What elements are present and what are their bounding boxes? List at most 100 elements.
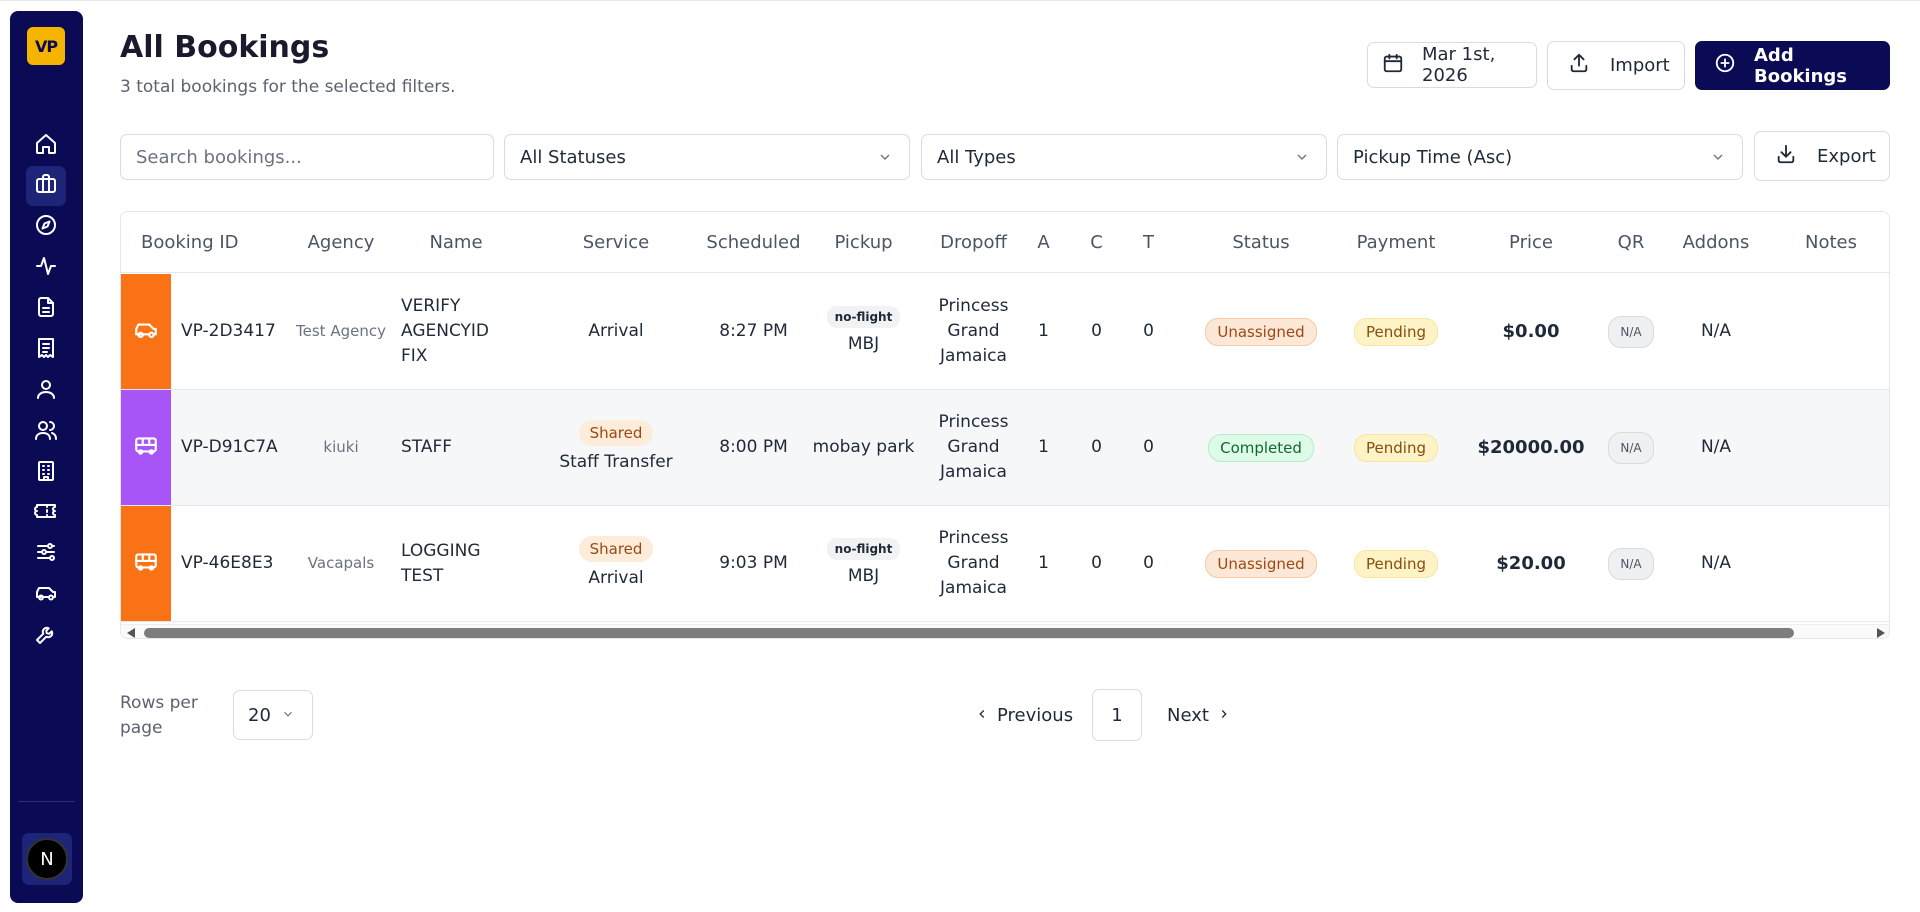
cell-payment: Pending <box>1336 390 1456 505</box>
column-header[interactable]: QR <box>1601 232 1661 253</box>
scrollbar-thumb[interactable] <box>144 628 1794 638</box>
sidebar-item-ticket[interactable] <box>26 493 66 533</box>
user-menu[interactable]: N <box>22 833 72 885</box>
sidebar-item-building[interactable] <box>26 453 66 493</box>
rows-per-page-select[interactable]: 20 <box>233 690 313 740</box>
table-row[interactable]: VP-46E8E3 Vacapals LOGGING TEST Shared Arriv… <box>121 506 1889 622</box>
cell-dropoff: Princess Grand Jamaica <box>921 274 1026 389</box>
sidebar-item-car[interactable] <box>26 575 66 615</box>
cell-name: VERIFY AGENCYID FIX <box>401 274 511 389</box>
page-number-button[interactable]: 1 <box>1092 689 1142 741</box>
chevron-down-icon <box>877 149 893 165</box>
sidebar-item-sliders[interactable] <box>26 534 66 574</box>
cell-dropoff: Princess Grand Jamaica <box>921 506 1026 621</box>
sidebar-item-file[interactable] <box>26 289 66 329</box>
column-header[interactable]: Booking ID <box>141 232 286 253</box>
car-icon <box>34 581 58 609</box>
search-placeholder: Search bookings... <box>136 146 302 168</box>
column-header[interactable]: T <box>1131 232 1166 253</box>
column-header[interactable]: Addons <box>1666 232 1766 253</box>
date-picker-button[interactable]: Mar 1st, 2026 <box>1367 42 1537 88</box>
flight-badge: no-flight <box>826 306 901 328</box>
adults-count: 1 <box>1038 553 1049 573</box>
pickup-location: MBJ <box>847 334 880 354</box>
cell-price: $20000.00 <box>1466 390 1596 505</box>
toddlers-count: 0 <box>1143 553 1154 573</box>
scheduled-time: 8:27 PM <box>719 321 788 341</box>
booking-id[interactable]: VP-46E8E3 <box>141 551 273 576</box>
cell-scheduled: 8:00 PM <box>696 390 811 505</box>
sidebar-item-briefcase[interactable] <box>26 166 66 206</box>
column-header[interactable]: Notes <box>1776 232 1886 253</box>
column-header[interactable]: Pickup <box>811 232 916 253</box>
top-border <box>0 0 1920 1</box>
addons-value: N/A <box>1700 437 1732 457</box>
column-header[interactable]: Status <box>1196 232 1326 253</box>
cell-service: Shared Arrival <box>531 506 701 621</box>
column-header[interactable]: Name <box>401 232 511 253</box>
sidebar-item-wrench[interactable] <box>26 616 66 656</box>
chevron-down-icon <box>1710 149 1726 165</box>
wrench-icon <box>34 622 58 650</box>
next-label: Next <box>1167 704 1209 726</box>
type-filter-select[interactable]: All Types <box>921 134 1327 180</box>
sidebar-item-home[interactable] <box>26 126 66 166</box>
passenger-name: VERIFY AGENCYID FIX <box>401 296 490 366</box>
previous-page-button[interactable]: Previous <box>975 689 1073 741</box>
qr-badge: N/A <box>1608 315 1654 348</box>
sidebar-item-activity[interactable] <box>26 248 66 288</box>
export-button[interactable]: Export <box>1754 131 1890 181</box>
sidebar-item-receipt[interactable] <box>26 330 66 370</box>
cell-toddlers: 0 <box>1131 274 1166 389</box>
agency-name: Test Agency <box>296 322 386 340</box>
column-header[interactable]: Price <box>1466 232 1596 253</box>
sidebar-item-users[interactable] <box>26 412 66 452</box>
avatar[interactable]: N <box>26 838 68 880</box>
cell-pickup: no-flight MBJ <box>811 274 916 389</box>
search-input[interactable]: Search bookings... <box>120 134 494 180</box>
column-header[interactable]: Payment <box>1336 232 1456 253</box>
cell-adults: 1 <box>1026 506 1061 621</box>
cell-adults: 1 <box>1026 274 1061 389</box>
sort-select[interactable]: Pickup Time (Asc) <box>1337 134 1743 180</box>
sidebar-item-user[interactable] <box>26 371 66 411</box>
dropoff-location: Princess Grand Jamaica <box>938 528 1009 598</box>
column-header[interactable]: Dropoff <box>921 232 1026 253</box>
column-header[interactable]: Agency <box>291 232 391 253</box>
file-icon <box>34 295 58 323</box>
cell-children: 0 <box>1079 390 1114 505</box>
rows-per-page-label: Rows per page <box>120 693 198 738</box>
add-bookings-button[interactable]: Add Bookings <box>1695 41 1890 90</box>
type-filter-value: All Types <box>937 146 1016 168</box>
app-logo[interactable]: VP <box>27 27 65 65</box>
receipt-icon <box>34 336 58 364</box>
scroll-left-arrow[interactable] <box>127 628 135 638</box>
agency-name: Vacapals <box>307 554 375 572</box>
next-page-button[interactable]: Next <box>1167 689 1231 741</box>
addons-value: N/A <box>1700 553 1732 573</box>
price-value: $20.00 <box>1496 553 1566 574</box>
table-row[interactable]: VP-2D3417 Test Agency VERIFY AGENCYID FIX A… <box>121 274 1889 390</box>
horizontal-scrollbar[interactable] <box>121 624 1889 638</box>
booking-id[interactable]: VP-D91C7A <box>141 435 278 460</box>
column-header[interactable]: A <box>1026 232 1061 253</box>
user-icon <box>34 377 58 405</box>
briefcase-icon <box>34 172 58 200</box>
status-badge: Unassigned <box>1205 549 1317 578</box>
previous-label: Previous <box>997 704 1074 726</box>
chevron-right-icon <box>1217 705 1231 726</box>
column-header[interactable]: C <box>1079 232 1114 253</box>
status-filter-select[interactable]: All Statuses <box>504 134 910 180</box>
cell-payment: Pending <box>1336 274 1456 389</box>
table-row[interactable]: VP-D91C7A kiuki STAFF Shared Staff Transfer 8… <box>121 390 1889 506</box>
booking-id[interactable]: VP-2D3417 <box>141 319 276 344</box>
sidebar-item-compass[interactable] <box>26 207 66 247</box>
import-button[interactable]: Import <box>1547 41 1685 90</box>
import-label: Import <box>1610 55 1670 76</box>
cell-notes <box>1776 274 1886 389</box>
scroll-right-arrow[interactable] <box>1877 628 1885 638</box>
sliders-icon <box>34 540 58 568</box>
cell-toddlers: 0 <box>1131 506 1166 621</box>
column-header[interactable]: Scheduled <box>696 232 811 253</box>
column-header[interactable]: Service <box>531 232 701 253</box>
